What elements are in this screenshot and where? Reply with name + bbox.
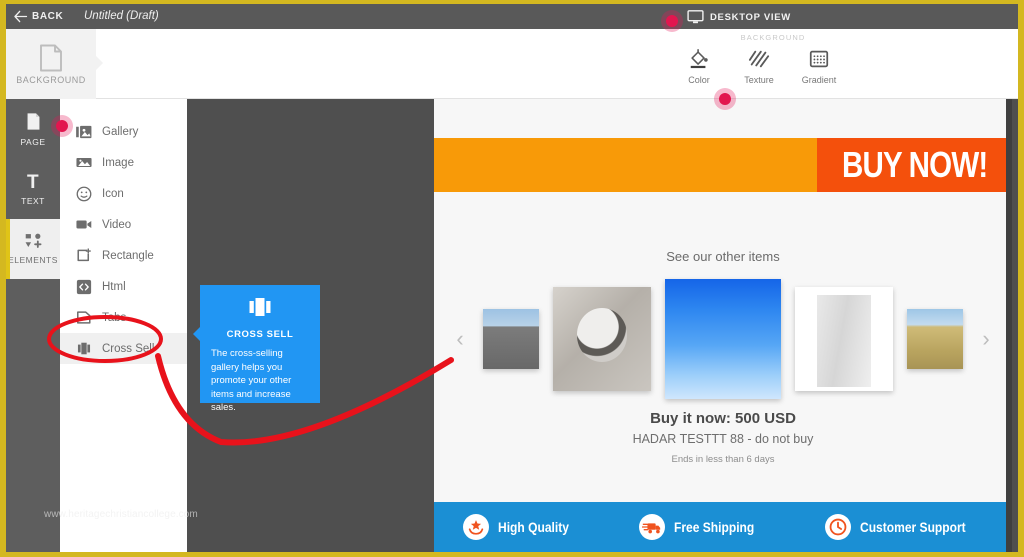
delivery-truck-icon: [638, 514, 665, 540]
paint-bucket-icon: [688, 48, 710, 70]
gallery-icon: [76, 124, 92, 140]
element-item-rectangle[interactable]: Rectangle: [60, 240, 187, 271]
background-color-label: Color: [688, 75, 710, 85]
feature-label: High Quality: [498, 519, 569, 535]
element-item-tabs[interactable]: Tabs: [60, 302, 187, 333]
buy-now-label: BUY NOW!: [841, 144, 988, 185]
carousel-thumbnail[interactable]: [483, 309, 539, 369]
feature-label: Customer Support: [860, 519, 966, 535]
rectangle-plus-icon: [76, 248, 92, 264]
element-item-gallery[interactable]: Gallery: [60, 116, 187, 147]
element-label: Image: [102, 156, 134, 169]
element-item-video[interactable]: Video: [60, 209, 187, 240]
click-marker-desktop-view: [661, 10, 683, 32]
chevron-right-icon[interactable]: ›: [977, 328, 995, 350]
carousel-thumbnail[interactable]: [795, 287, 893, 391]
rail-item-label: TEXT: [21, 195, 45, 206]
background-options-group: BACKGROUND Color Texture Gradient: [666, 33, 846, 85]
document-title[interactable]: Untitled (Draft): [84, 10, 159, 22]
rail-item-text[interactable]: T TEXT: [6, 159, 60, 219]
page-preview: BUY NOW! See our other items ‹ › Buy it …: [434, 99, 1012, 552]
background-color-tool[interactable]: Color: [680, 48, 718, 85]
background-tab[interactable]: BACKGROUND: [6, 29, 103, 99]
element-label: Tabs: [102, 311, 127, 324]
elements-icon: [24, 233, 43, 251]
promo-banner: BUY NOW!: [434, 138, 1012, 192]
background-gradient-tool[interactable]: Gradient: [800, 48, 838, 85]
background-group-title: BACKGROUND: [740, 33, 806, 42]
element-item-icon[interactable]: Icon: [60, 178, 187, 209]
elements-flyout-list: Gallery Image Icon Video Rectangle Html …: [60, 99, 187, 552]
back-button[interactable]: BACK: [32, 11, 63, 22]
chevron-left-icon[interactable]: ‹: [451, 328, 469, 350]
code-icon: [76, 279, 92, 295]
cross-sell-heading: See our other items: [666, 249, 780, 264]
carousel-thumbnail[interactable]: [665, 279, 781, 399]
element-item-image[interactable]: Image: [60, 147, 187, 178]
video-camera-icon: [76, 217, 92, 233]
tooltip-title: CROSS SELL: [226, 329, 294, 340]
arrow-left-icon[interactable]: [12, 8, 29, 25]
rail-item-label: ELEMENTS: [8, 255, 58, 265]
page-scrollbar[interactable]: [1006, 99, 1012, 552]
star-hands-icon: [463, 514, 490, 540]
image-icon: [76, 155, 92, 171]
cross-sell-carousel: ‹ ›: [434, 274, 1012, 404]
element-label: Cross Sell: [102, 342, 155, 355]
element-label: Icon: [102, 187, 124, 200]
page-icon: [25, 112, 42, 133]
listing-title: HADAR TESTTT 88 - do not buy: [632, 432, 814, 446]
banner-left-block: [434, 138, 817, 192]
rail-item-label: PAGE: [20, 136, 46, 147]
feature-customer-support: Customer Support: [825, 514, 983, 540]
carousel-thumbnail[interactable]: [553, 287, 651, 391]
carousel-thumbnail[interactable]: [907, 309, 963, 369]
click-marker-texture: [714, 88, 736, 110]
element-label: Gallery: [102, 125, 139, 138]
element-item-cross-sell[interactable]: Cross Sell: [60, 333, 187, 364]
background-texture-label: Texture: [744, 75, 774, 85]
cross-sell-tooltip: CROSS SELL The cross-selling gallery hel…: [193, 285, 320, 413]
left-icon-rail: PAGE T TEXT ELEMENTS: [6, 99, 60, 552]
listing-price: Buy it now: 500 USD: [650, 410, 796, 427]
element-label: Rectangle: [102, 249, 154, 262]
gradient-dots-icon: [808, 48, 830, 70]
tooltip-body: The cross-selling gallery helps you prom…: [211, 348, 292, 413]
cross-sell-icon: [211, 297, 309, 322]
smiley-icon: [76, 186, 92, 202]
listing-time-left: Ends in less than 6 days: [671, 454, 775, 465]
text-t-icon: T: [26, 171, 40, 193]
app-window: BACK Untitled (Draft) DESKTOP VIEW BACKG…: [6, 4, 1018, 552]
top-bar: BACK Untitled (Draft) DESKTOP VIEW: [6, 4, 1018, 29]
background-tool-panel: BACKGROUND BACKGROUND Color Texture Grad…: [6, 29, 1018, 99]
clock-icon: [825, 514, 852, 540]
feature-free-shipping: Free Shipping: [638, 514, 767, 540]
cross-sell-icon: [76, 341, 92, 357]
background-tab-label: BACKGROUND: [16, 74, 86, 85]
buy-now-cta[interactable]: BUY NOW!: [817, 138, 1012, 192]
feature-bar: High Quality Free Shipping Customer Supp…: [434, 502, 1012, 552]
feature-label: Free Shipping: [673, 519, 754, 535]
element-label: Video: [102, 218, 132, 231]
page-icon: [38, 44, 64, 72]
rail-item-elements[interactable]: ELEMENTS: [6, 219, 60, 279]
view-mode-switch[interactable]: DESKTOP VIEW: [687, 8, 791, 26]
tabs-icon: [76, 310, 92, 326]
feature-high-quality: High Quality: [463, 514, 580, 540]
background-gradient-label: Gradient: [801, 75, 837, 85]
view-mode-label: DESKTOP VIEW: [710, 11, 791, 23]
hatch-lines-icon: [748, 48, 770, 70]
monitor-icon: [687, 10, 704, 24]
background-texture-tool[interactable]: Texture: [740, 48, 778, 85]
click-marker-elements: [51, 115, 73, 137]
element-item-html[interactable]: Html: [60, 271, 187, 302]
element-label: Html: [102, 280, 126, 293]
